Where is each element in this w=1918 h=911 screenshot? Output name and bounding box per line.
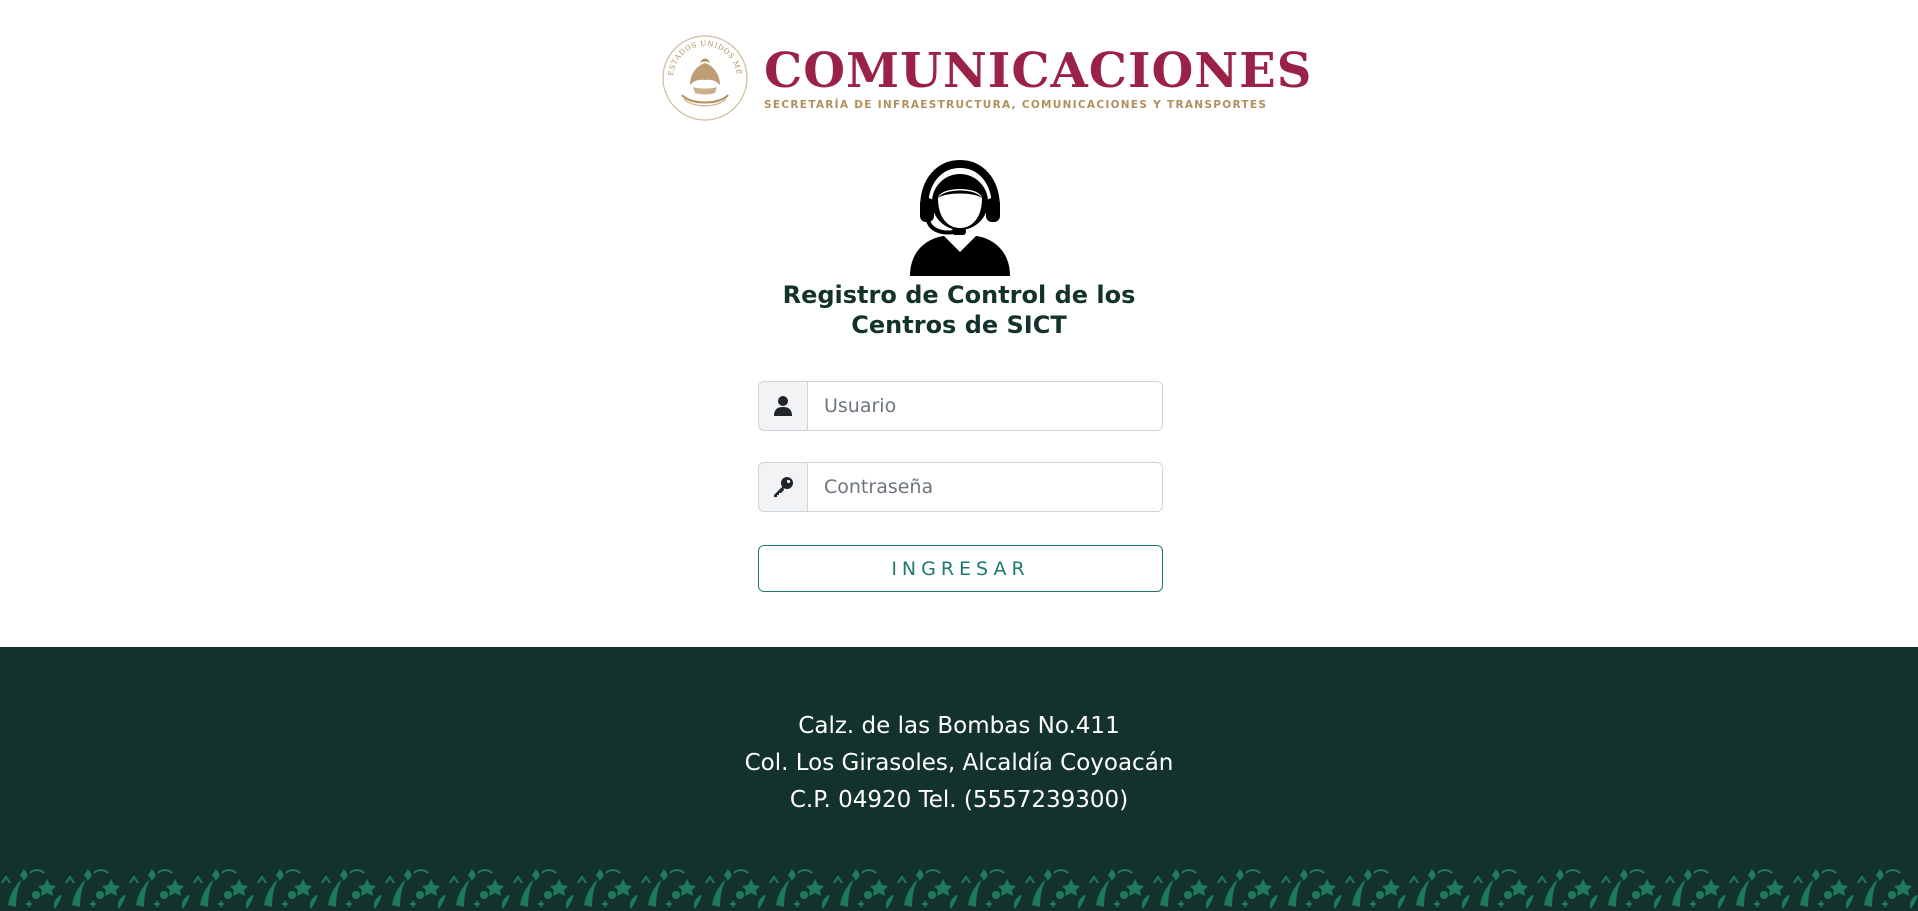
user-addon xyxy=(758,381,808,431)
page-title: Registro de Control de los Centros de SI… xyxy=(782,281,1136,339)
address-line: Col. Los Girasoles, Alcaldía Coyoacán xyxy=(744,750,1174,776)
footer-address: Calz. de las Bombas No.411 Col. Los Gira… xyxy=(0,708,1918,819)
header-logo: ESTADOS UNIDOS MEXICANOS COMUNICACIONES … xyxy=(660,30,1311,125)
password-input[interactable] xyxy=(808,462,1163,512)
brand-subtitle: SECRETARÍA DE INFRAESTRUCTURA, COMUNICAC… xyxy=(764,98,1268,111)
address-line: Calz. de las Bombas No.411 xyxy=(798,713,1120,739)
brand-text: COMUNICACIONES SECRETARÍA DE INFRAESTRUC… xyxy=(764,45,1312,111)
footer: Calz. de las Bombas No.411 Col. Los Gira… xyxy=(0,647,1918,865)
address-line: C.P. 04920 Tel. (5557239300) xyxy=(789,787,1129,813)
user-icon xyxy=(774,396,792,416)
key-addon xyxy=(758,462,808,512)
username-field xyxy=(758,381,1163,431)
footer-decorative-pattern xyxy=(0,865,1918,911)
support-agent-icon xyxy=(910,159,1010,276)
key-icon xyxy=(774,477,793,497)
login-button[interactable]: INGRESAR xyxy=(758,545,1163,592)
password-field xyxy=(758,462,1163,512)
national-seal-icon: ESTADOS UNIDOS MEXICANOS xyxy=(660,33,748,121)
username-input[interactable] xyxy=(808,381,1163,431)
brand-title: COMUNICACIONES xyxy=(764,42,1313,99)
